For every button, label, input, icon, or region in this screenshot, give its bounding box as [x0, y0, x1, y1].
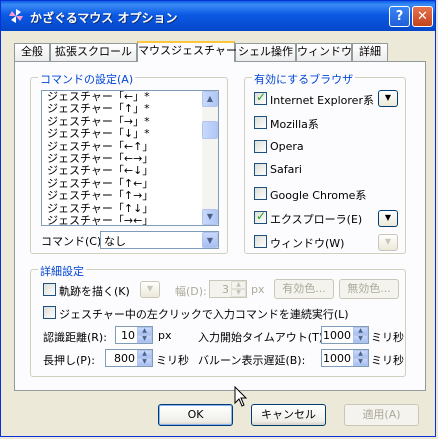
list-item[interactable]: ジェスチャー「↑→」	[42, 189, 218, 202]
distance-value: 10	[121, 329, 135, 342]
tab-mouse-gesture[interactable]: マウスジェスチャー	[137, 41, 237, 62]
longpress-unit: ミリ秒	[156, 354, 189, 367]
cancel-button[interactable]: キャンセル	[251, 404, 326, 426]
explorer-label: エクスプローラ(E)	[270, 213, 363, 226]
distance-label: 認識距離(R):	[43, 331, 107, 344]
command-select[interactable]: なし ▼	[100, 231, 219, 249]
width-label: 幅(D):	[175, 285, 207, 298]
ie-checkbox[interactable]	[254, 90, 267, 105]
gesture-list[interactable]: ジェスチャー「←」* ジェスチャー「↑」* ジェスチャー「→」* ジェスチャー「…	[41, 90, 219, 226]
timeout-value: 1000	[323, 329, 351, 342]
details-legend: 詳細設定	[38, 263, 86, 279]
timeout-stepper[interactable]: 1000 ▲ ▼	[321, 326, 369, 344]
close-button[interactable]: ✕	[412, 6, 433, 27]
tab-extended-scroll[interactable]: 拡張スクロール	[50, 43, 137, 61]
ie-menu-button[interactable]: ▼	[378, 90, 398, 107]
scroll-thumb[interactable]	[202, 121, 218, 139]
list-item[interactable]: ジェスチャー「↓」*	[42, 127, 218, 140]
safari-label: Safari	[270, 163, 302, 176]
increment-icon[interactable]: ▲	[353, 327, 368, 335]
apply-button[interactable]: 適用(A)	[344, 404, 419, 426]
timeout-unit: ミリ秒	[371, 331, 404, 344]
longpress-value: 800	[114, 352, 135, 365]
width-stepper[interactable]: 3 ▲ ▼	[209, 280, 247, 298]
command-label: コマンド(C):	[41, 235, 105, 248]
decrement-icon[interactable]: ▼	[353, 358, 368, 366]
mozilla-label: Mozilla系	[270, 118, 319, 131]
balloon-stepper[interactable]: 1000 ▲ ▼	[321, 349, 369, 367]
chrome-label: Google Chrome系	[270, 189, 367, 202]
chevron-down-icon[interactable]: ▼	[202, 232, 218, 248]
chrome-checkbox[interactable]	[254, 187, 267, 200]
scroll-down-icon[interactable]: ▼	[202, 209, 218, 225]
longpress-label: 長押し(P):	[43, 354, 95, 367]
title-bar[interactable]: かざぐるマウス オプション ? ✕	[1, 1, 435, 31]
browsers-legend: 有効にするブラウザ	[252, 71, 356, 87]
distance-unit: px	[158, 329, 172, 342]
list-item[interactable]: ジェスチャー「↑」*	[42, 102, 218, 115]
scroll-up-icon[interactable]: ▲	[202, 91, 218, 107]
balloon-label: バルーン表示遅延(B):	[198, 354, 306, 367]
mouse-pointer-icon	[234, 386, 248, 407]
pinwheel-app-icon	[9, 9, 23, 23]
width-value: 3	[222, 283, 229, 296]
longpress-stepper[interactable]: 800 ▲ ▼	[105, 349, 153, 367]
decrement-icon[interactable]: ▼	[137, 358, 152, 366]
window-menu-button[interactable]: ▼	[378, 234, 398, 251]
ie-label: Internet Explorer系	[270, 94, 374, 107]
decrement-icon[interactable]: ▼	[353, 335, 368, 343]
mozilla-checkbox[interactable]	[254, 116, 267, 129]
command-value: なし	[104, 235, 126, 248]
list-item[interactable]: ジェスチャー「←↓」	[42, 164, 218, 177]
commands-legend: コマンドの設定(A)	[38, 71, 136, 87]
increment-icon[interactable]: ▲	[231, 281, 246, 289]
disabled-color-button[interactable]: 無効色...	[339, 279, 399, 299]
enabled-color-button[interactable]: 有効色...	[274, 279, 334, 299]
tab-shell[interactable]: シェル操作	[235, 43, 296, 61]
opera-label: Opera	[270, 140, 304, 153]
continuous-label: ジェスチャー中の左クリックで入力コマンドを連続実行(L)	[59, 308, 349, 321]
width-unit: px	[251, 283, 265, 296]
continuous-checkbox[interactable]	[43, 306, 56, 319]
increment-icon[interactable]: ▲	[353, 350, 368, 358]
balloon-value: 1000	[323, 352, 351, 365]
tab-details[interactable]: 詳細	[352, 43, 388, 61]
ok-button[interactable]: OK	[158, 404, 233, 426]
explorer-checkbox[interactable]	[254, 209, 267, 224]
trail-menu-button[interactable]: ▼	[140, 281, 160, 298]
safari-checkbox[interactable]	[254, 163, 267, 176]
tab-window[interactable]: ウィンドウ	[296, 43, 352, 61]
trail-label: 軌跡を描く(K)	[59, 285, 130, 298]
trail-checkbox[interactable]	[43, 283, 56, 296]
increment-icon[interactable]: ▲	[137, 350, 152, 358]
window-checkbox[interactable]	[254, 235, 267, 248]
balloon-unit: ミリ秒	[371, 354, 404, 367]
list-item[interactable]: ジェスチャー「→←」	[42, 214, 218, 225]
options-dialog: かざぐるマウス オプション ? ✕ 全般 拡張スクロール マウスジェスチャー シ…	[0, 0, 436, 437]
opera-checkbox[interactable]	[254, 140, 267, 153]
help-button[interactable]: ?	[389, 6, 410, 27]
increment-icon[interactable]: ▲	[137, 327, 152, 335]
gesture-list-scrollbar[interactable]: ▲ ▼	[202, 91, 218, 225]
explorer-menu-button[interactable]: ▼	[378, 210, 398, 227]
decrement-icon[interactable]: ▼	[231, 289, 246, 297]
window-label: ウィンドウ(W)	[270, 237, 345, 250]
window-title: かざぐるマウス オプション	[30, 11, 178, 25]
decrement-icon[interactable]: ▼	[137, 335, 152, 343]
tab-general[interactable]: 全般	[14, 43, 50, 61]
timeout-label: 入力開始タイムアウト(T):	[198, 331, 327, 344]
distance-stepper[interactable]: 10 ▲ ▼	[115, 326, 153, 344]
